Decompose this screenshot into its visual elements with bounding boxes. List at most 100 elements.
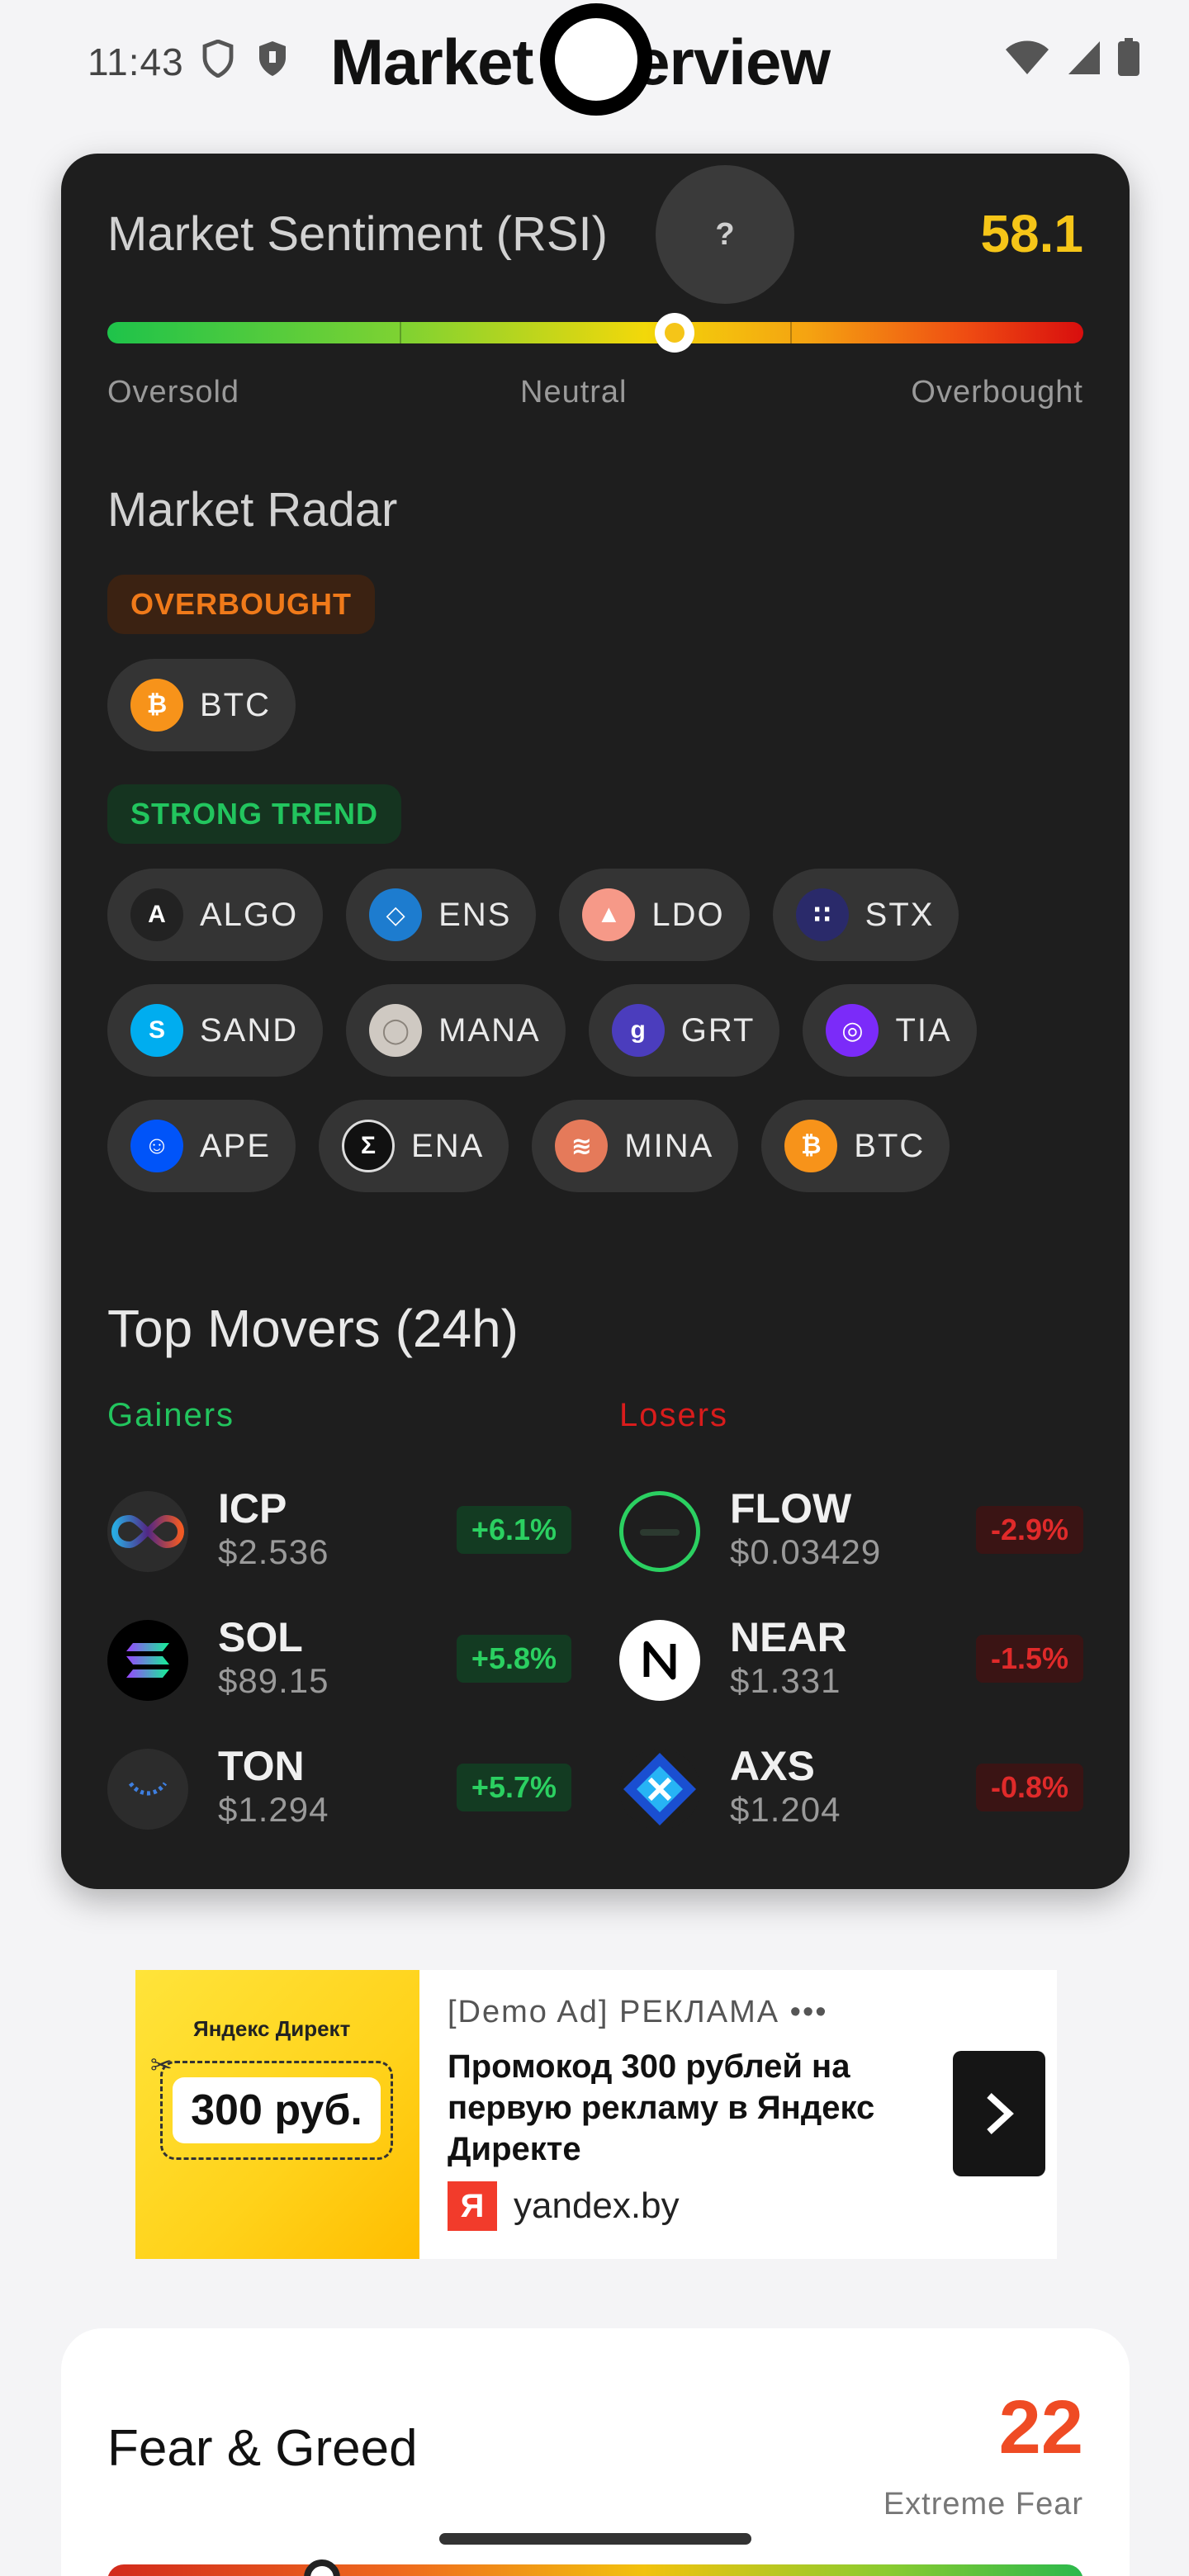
- radar-title: Market Radar: [107, 483, 398, 537]
- coin-chip-label: SAND: [200, 1011, 299, 1049]
- rsi-title: Market Sentiment (RSI): [107, 207, 608, 261]
- home-indicator[interactable]: [439, 2533, 751, 2545]
- rsi-tick: [400, 322, 401, 343]
- status-icons-right: [1004, 38, 1139, 76]
- status-time: 11:43: [88, 40, 184, 83]
- lido-icon: ▲: [582, 888, 636, 941]
- ad-domain-text: yandex.by: [514, 2185, 680, 2226]
- coin-chip-mina[interactable]: ≋ MINA: [532, 1100, 739, 1192]
- rsi-label-neutral: Neutral: [520, 375, 628, 410]
- status-bar: 11:43 Market Overview: [0, 0, 1189, 124]
- mover-price: $89.15: [218, 1661, 329, 1700]
- loser-row[interactable]: AXS $1.204 -0.8%: [619, 1739, 1083, 1838]
- coin-chip-ens[interactable]: ◇ ENS: [346, 869, 537, 961]
- mover-price: $1.331: [730, 1661, 841, 1700]
- signal-icon: [1068, 41, 1100, 74]
- rsi-indicator: [654, 313, 694, 353]
- fear-greed-label: Extreme Fear: [883, 2487, 1083, 2522]
- coin-chip-mana[interactable]: ◯ MANA: [346, 984, 566, 1077]
- coin-chip-sand[interactable]: S SAND: [107, 984, 324, 1077]
- coin-chip-ldo[interactable]: ▲ LDO: [559, 869, 750, 961]
- mover-symbol: AXS: [730, 1743, 815, 1789]
- rsi-label-oversold: Oversold: [107, 375, 240, 410]
- strong-trend-tag: STRONG TREND: [107, 784, 401, 844]
- shield-outline-icon: [202, 40, 234, 78]
- strong-trend-row-1: A ALGO ◇ ENS ▲ LDO ∷ STX: [107, 869, 959, 961]
- mover-symbol: FLOW: [730, 1485, 852, 1532]
- coin-chip-btc[interactable]: ₿ BTC: [107, 659, 296, 751]
- rsi-help-button[interactable]: ?: [656, 165, 794, 304]
- rsi-value: 58.1: [980, 204, 1083, 263]
- rsi-label-overbought: Overbought: [911, 375, 1083, 410]
- sandbox-icon: S: [130, 1004, 183, 1057]
- ens-icon: ◇: [369, 888, 423, 941]
- mover-price: $0.03429: [730, 1532, 882, 1571]
- mover-symbol: SOL: [218, 1614, 303, 1660]
- fear-greed-value: 22: [998, 2385, 1083, 2469]
- coin-chip-algo[interactable]: A ALGO: [107, 869, 324, 961]
- coin-chip-ena[interactable]: Σ ENA: [319, 1100, 509, 1192]
- loser-row[interactable]: NEAR $1.331 -1.5%: [619, 1610, 1083, 1709]
- axie-icon: [619, 1749, 700, 1830]
- mover-change: +5.8%: [456, 1635, 571, 1683]
- coin-chip-label: GRT: [680, 1011, 756, 1049]
- mover-price: $1.294: [218, 1790, 329, 1829]
- mover-price: $1.204: [730, 1790, 841, 1829]
- coin-chip-label: TIA: [895, 1011, 952, 1049]
- coin-chip-btc[interactable]: ₿ BTC: [761, 1100, 950, 1192]
- gainer-row[interactable]: TON $1.294 +5.7%: [107, 1739, 571, 1838]
- ad-domain: Я yandex.by: [448, 2181, 680, 2231]
- fear-greed-title: Fear & Greed: [107, 2420, 418, 2477]
- coin-chip-label: BTC: [854, 1127, 926, 1164]
- apecoin-icon: ☺: [130, 1120, 183, 1172]
- coin-chip-label: LDO: [651, 896, 725, 933]
- bitcoin-icon: ₿: [784, 1120, 838, 1172]
- gainer-row[interactable]: ICP $2.536 +6.1%: [107, 1481, 571, 1580]
- coin-chip-stx[interactable]: ∷ STX: [772, 869, 959, 961]
- strong-trend-row-2: S SAND ◯ MANA g GRT ◎ TIA: [107, 984, 977, 1077]
- coin-chip-ape[interactable]: ☺ APE: [107, 1100, 296, 1192]
- ad-headline: Промокод 300 рублей на первую рекламу в …: [448, 2048, 875, 2167]
- mover-symbol: TON: [218, 1743, 305, 1789]
- mina-icon: ≋: [555, 1120, 609, 1172]
- ad-coupon-text: 300 руб.: [173, 2077, 381, 2143]
- yandex-logo-icon: Я: [448, 2181, 497, 2231]
- coin-chip-label: ENA: [411, 1127, 485, 1164]
- ad-open-button[interactable]: [953, 2051, 1045, 2176]
- ad-coupon: 300 руб.: [160, 2061, 393, 2160]
- stacks-icon: ∷: [795, 888, 849, 941]
- loser-row[interactable]: FLOW $0.03429 -2.9%: [619, 1481, 1083, 1580]
- coin-chip-tia[interactable]: ◎ TIA: [803, 984, 977, 1077]
- coin-chip-label: APE: [200, 1127, 272, 1164]
- mover-price: $2.536: [218, 1532, 329, 1571]
- coin-chip-label: BTC: [200, 686, 271, 723]
- losers-header: Losers: [619, 1397, 729, 1433]
- ad-image: Яндекс Директ ✂ 300 руб.: [135, 1970, 419, 2259]
- mover-change: -0.8%: [975, 1764, 1083, 1811]
- fear-greed-indicator: [304, 2559, 341, 2576]
- celestia-icon: ◎: [826, 1004, 879, 1057]
- coin-chip-label: ENS: [438, 896, 512, 933]
- fear-greed-gauge: [107, 2559, 1083, 2576]
- algorand-icon: A: [130, 888, 183, 941]
- graph-icon: g: [611, 1004, 665, 1057]
- gainer-row[interactable]: SOL $89.15 +5.8%: [107, 1610, 571, 1709]
- mover-change: +6.1%: [456, 1506, 571, 1554]
- internet-computer-icon: [107, 1491, 188, 1572]
- shield-filled-icon: [259, 41, 286, 76]
- near-icon: [619, 1620, 700, 1701]
- battery-icon: [1118, 38, 1139, 76]
- ad-banner[interactable]: Яндекс Директ ✂ 300 руб. [Demo Ad] РЕКЛА…: [135, 1970, 1057, 2259]
- gainers-header: Gainers: [107, 1397, 235, 1433]
- mover-symbol: ICP: [218, 1485, 287, 1532]
- coin-chip-grt[interactable]: g GRT: [588, 984, 780, 1077]
- solana-icon: [107, 1620, 188, 1701]
- coin-chip-label: MINA: [624, 1127, 714, 1164]
- coin-chip-label: MANA: [438, 1011, 541, 1049]
- chevron-right-icon: [987, 2093, 1014, 2134]
- coin-chip-label: ALGO: [200, 896, 299, 933]
- toncoin-icon: [107, 1749, 188, 1830]
- status-icons-left: [201, 40, 289, 78]
- mover-change: +5.7%: [456, 1764, 571, 1811]
- bitcoin-icon: ₿: [130, 679, 183, 732]
